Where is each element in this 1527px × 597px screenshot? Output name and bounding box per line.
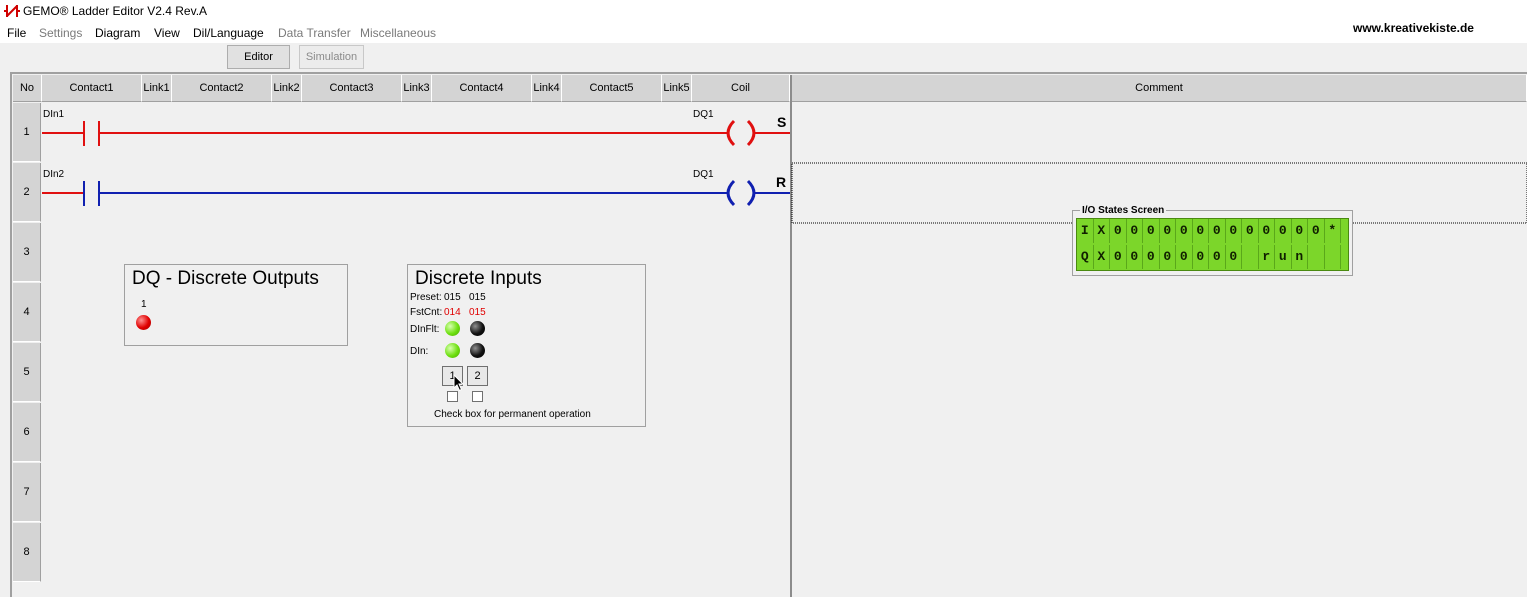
contact-label: DIn1 <box>43 109 65 120</box>
lcd-cell: n <box>1292 245 1308 269</box>
panel-title: Discrete Inputs <box>415 268 542 289</box>
lcd-cell: 0 <box>1209 219 1226 243</box>
lcd-cell: 0 <box>1226 219 1242 243</box>
lcd-cell: 0 <box>1160 219 1176 243</box>
din-led-1-icon <box>445 343 460 358</box>
lcd-cell: 0 <box>1160 245 1176 269</box>
permanent-input-1-checkbox[interactable] <box>447 391 458 402</box>
lcd-cell: Q <box>1077 245 1094 269</box>
lcd-cell <box>1325 245 1341 269</box>
panel-title: DQ - Discrete Outputs <box>132 268 319 289</box>
din-label: DIn: <box>410 346 429 357</box>
dinflt-led-1-icon <box>445 321 460 336</box>
output-led-icon <box>136 315 151 330</box>
lcd-cell: 0 <box>1127 219 1143 243</box>
lcd-cell: 0 <box>1176 219 1193 243</box>
lcd-cell: I <box>1077 219 1094 243</box>
fstcnt-label: FstCnt: <box>410 307 443 318</box>
coil-label: DQ1 <box>693 169 714 180</box>
lcd-cell: 0 <box>1176 245 1193 269</box>
preset-value: 015 <box>444 292 461 303</box>
dinflt-led-2-icon <box>470 321 485 336</box>
rung-1[interactable] <box>42 119 790 147</box>
coil-type-set: S <box>777 114 787 130</box>
permanent-input-2-checkbox[interactable] <box>472 391 483 402</box>
rung-2[interactable] <box>42 179 790 207</box>
lcd-input-row: I X 0 0 0 0 0 0 0 0 0 0 0 0 0 * <box>1077 219 1341 243</box>
lcd-cell: 0 <box>1193 219 1209 243</box>
lcd-cell <box>1308 245 1325 269</box>
lcd-cell: 0 <box>1292 219 1308 243</box>
io-states-title: I/O States Screen <box>1080 205 1167 216</box>
lcd-cell: 0 <box>1209 245 1226 269</box>
lcd-cell: 0 <box>1110 219 1127 243</box>
lcd-output-row: QX00000000run <box>1077 245 1341 269</box>
lcd-cell: X <box>1094 245 1110 269</box>
lcd-cell: 0 <box>1308 219 1325 243</box>
coil-label: DQ1 <box>693 109 714 120</box>
preset-value: 015 <box>469 292 486 303</box>
checkbox-caption: Check box for permanent operation <box>434 409 591 420</box>
input-2-button[interactable]: 2 <box>467 366 488 386</box>
lcd-cell: 0 <box>1143 245 1160 269</box>
output-number: 1 <box>141 299 147 310</box>
lcd-cell: u <box>1275 245 1292 269</box>
lcd-cell: X <box>1094 219 1110 243</box>
lcd-cell: 0 <box>1226 245 1242 269</box>
lcd-cell <box>1242 245 1259 269</box>
fstcnt-value: 014 <box>444 307 461 318</box>
lcd-cell: 0 <box>1275 219 1292 243</box>
lcd-cell: * <box>1325 219 1341 243</box>
lcd-cell: 0 <box>1259 219 1275 243</box>
lcd-cell: 0 <box>1242 219 1259 243</box>
lcd-cell: 0 <box>1193 245 1209 269</box>
lcd-cell: 0 <box>1143 219 1160 243</box>
lcd-cell: r <box>1259 245 1275 269</box>
lcd-cell: 0 <box>1127 245 1143 269</box>
mouse-cursor-icon <box>453 374 465 392</box>
coil-type-reset: R <box>776 174 787 190</box>
preset-label: Preset: <box>410 292 442 303</box>
dinflt-label: DInFlt: <box>410 324 440 335</box>
din-led-2-icon <box>470 343 485 358</box>
fstcnt-value: 015 <box>469 307 486 318</box>
contact-label: DIn2 <box>43 169 65 180</box>
lcd-cell: 0 <box>1110 245 1127 269</box>
